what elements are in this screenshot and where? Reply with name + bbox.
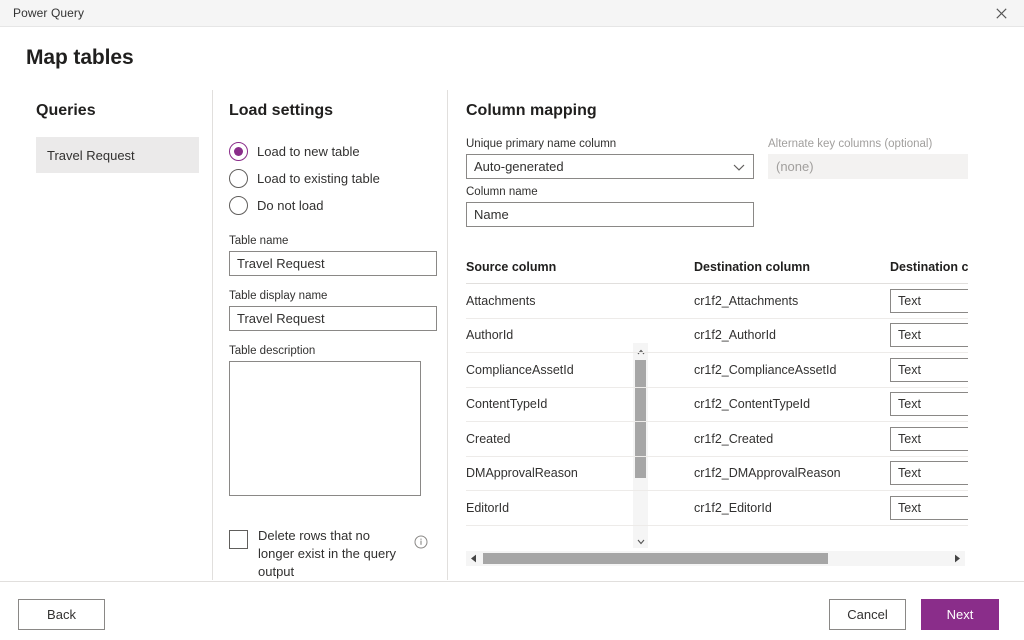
radio-label: Load to new table — [257, 144, 360, 159]
radio-label: Do not load — [257, 198, 324, 213]
column-name-label: Column name — [466, 186, 538, 198]
cell-source-column: EditorId — [466, 500, 510, 515]
radio-mark-icon — [229, 196, 248, 215]
queries-heading: Queries — [36, 102, 96, 119]
cell-source-column: AuthorId — [466, 328, 514, 343]
window-titlebar: Power Query — [0, 0, 1024, 27]
table-display-name-input[interactable] — [229, 306, 437, 331]
radio-load-to-new-table[interactable]: Load to new table — [229, 138, 380, 165]
column-mapping-horizontal-scrollbar[interactable] — [466, 551, 965, 566]
table-row: EditorId cr1f2_EditorId Text — [466, 491, 986, 526]
table-description-field-group: Table description — [229, 345, 421, 501]
table-description-textarea[interactable] — [229, 361, 421, 496]
chevron-down-icon — [733, 159, 745, 174]
header-destination-column: Destination column — [694, 259, 810, 274]
alternate-key-columns-select: (none) — [768, 154, 968, 179]
page-title: Map tables — [26, 46, 134, 69]
table-display-name-field-group: Table display name — [229, 290, 437, 331]
unique-primary-name-column-select[interactable]: Auto-generated — [466, 154, 754, 179]
load-settings-heading: Load settings — [229, 102, 334, 119]
table-description-label: Table description — [229, 345, 316, 357]
scroll-right-button[interactable] — [950, 551, 965, 566]
close-button[interactable] — [979, 0, 1024, 27]
cell-destination-column: cr1f2_Created — [694, 431, 774, 446]
table-name-label: Table name — [229, 235, 289, 247]
info-icon[interactable] — [414, 535, 428, 554]
table-name-field-group: Table name — [229, 235, 437, 276]
load-option-radio-group: Load to new table Load to existing table… — [229, 138, 380, 219]
close-icon — [996, 7, 1007, 19]
back-button[interactable]: Back — [18, 599, 105, 630]
radio-mark-icon — [229, 142, 248, 161]
table-row: DMApprovalReason cr1f2_DMApprovalReason Te… — [466, 457, 986, 491]
radio-label: Load to existing table — [257, 171, 380, 186]
column-name-field-group: Column name — [466, 186, 754, 227]
cell-destination-column: cr1f2_EditorId — [694, 500, 772, 515]
unique-primary-name-column-value: Auto-generated — [474, 159, 564, 174]
cell-source-column: ComplianceAssetId — [466, 362, 574, 377]
cell-source-column: ContentTypeId — [466, 397, 548, 412]
table-display-name-label: Table display name — [229, 290, 328, 302]
delete-rows-checkbox-row: Delete rows that no longer exist in the … — [229, 527, 445, 581]
scroll-left-button[interactable] — [466, 551, 481, 566]
load-settings-panel: Load settings Load to new table Load to … — [213, 90, 648, 581]
arrow-right-icon — [954, 550, 961, 568]
cell-source-column: Created — [466, 431, 511, 446]
table-body: Attachments cr1f2_Attachments Text AuthorId… — [466, 284, 986, 526]
cell-destination-column: cr1f2_ComplianceAssetId — [694, 362, 837, 377]
radio-do-not-load[interactable]: Do not load — [229, 192, 380, 219]
column-mapping-table: Source column Destination column Destina… — [466, 250, 986, 542]
table-row: Attachments cr1f2_Attachments Text — [466, 284, 986, 319]
delete-rows-checkbox[interactable] — [229, 530, 248, 549]
next-button[interactable]: Next — [921, 599, 999, 630]
unique-primary-name-column-group: Unique primary name column Auto-generate… — [466, 138, 754, 179]
column-mapping-panel: Column mapping Unique primary name colum… — [448, 90, 1024, 580]
query-list-item-travel-request[interactable]: Travel Request — [36, 137, 199, 173]
table-name-input[interactable] — [229, 251, 437, 276]
cell-destination-column: cr1f2_AuthorId — [694, 328, 776, 343]
queries-panel: Queries Travel Request — [0, 90, 212, 580]
alternate-key-columns-value: (none) — [776, 159, 814, 174]
arrow-left-icon — [470, 550, 477, 568]
cell-destination-column: cr1f2_Attachments — [694, 293, 799, 308]
cancel-button[interactable]: Cancel — [829, 599, 906, 630]
column-mapping-heading: Column mapping — [466, 102, 597, 119]
column-name-input[interactable] — [466, 202, 754, 227]
cell-source-column: DMApprovalReason — [466, 466, 578, 481]
table-row: ComplianceAssetId cr1f2_ComplianceAssetId… — [466, 353, 986, 388]
query-item-label: Travel Request — [47, 147, 135, 163]
content-area: Queries Travel Request Load settings Loa… — [0, 90, 1024, 580]
table-row: ContentTypeId cr1f2_ContentTypeId Text — [466, 388, 986, 422]
table-row: AuthorId cr1f2_AuthorId Text — [466, 319, 986, 353]
cell-destination-column: cr1f2_DMApprovalReason — [694, 466, 841, 481]
alternate-key-columns-group: Alternate key columns (optional) (none) — [768, 138, 968, 179]
cell-destination-column: cr1f2_ContentTypeId — [694, 397, 811, 412]
table-header-row: Source column Destination column Destina… — [466, 250, 986, 284]
unique-primary-name-column-label: Unique primary name column — [466, 138, 617, 150]
alternate-key-columns-label: Alternate key columns (optional) — [768, 138, 933, 150]
scroll-thumb[interactable] — [483, 553, 828, 564]
delete-rows-label: Delete rows that no longer exist in the … — [258, 528, 397, 579]
radio-mark-icon — [229, 169, 248, 188]
radio-load-to-existing-table[interactable]: Load to existing table — [229, 165, 380, 192]
header-source-column: Source column — [466, 259, 557, 274]
app-title: Power Query — [13, 6, 85, 20]
cell-source-column: Attachments — [466, 293, 536, 308]
table-row: Created cr1f2_Created Text — [466, 422, 986, 457]
panel-edge-mask — [968, 90, 1024, 580]
